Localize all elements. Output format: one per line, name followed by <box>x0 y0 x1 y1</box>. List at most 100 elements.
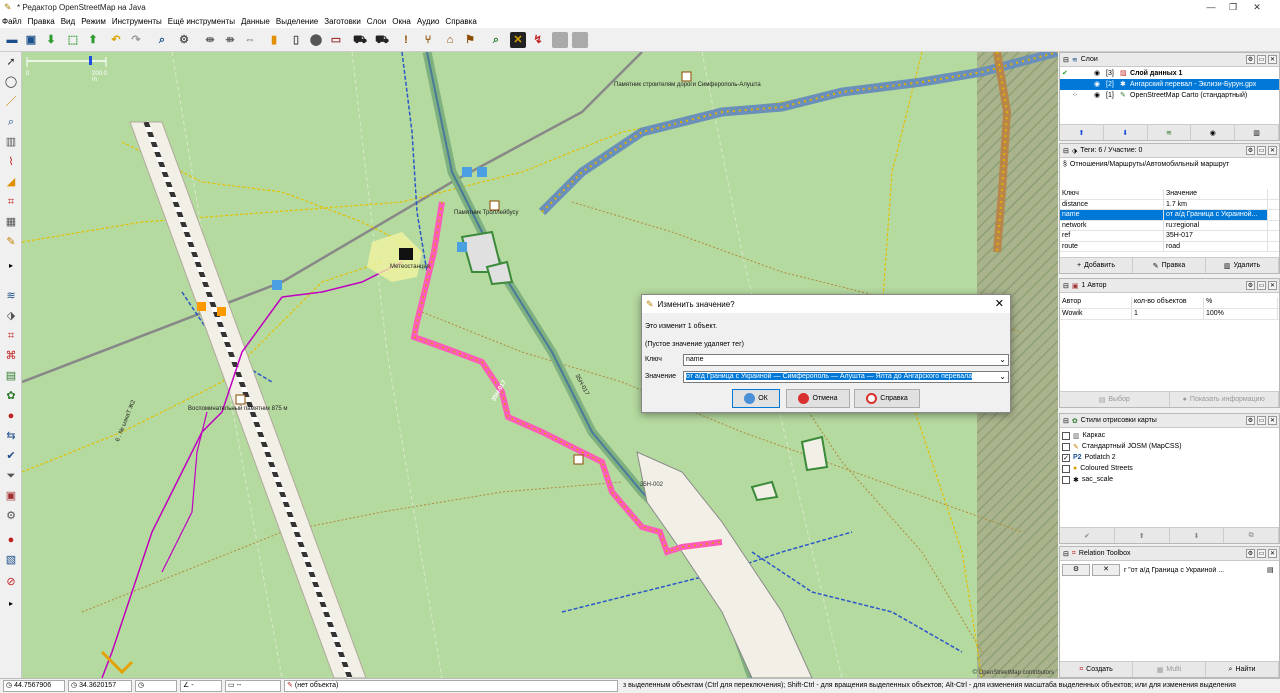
key-combobox[interactable]: name ⌄ <box>683 354 1009 366</box>
validation-toggle-icon[interactable]: ✔ <box>3 448 19 464</box>
clear-relation-icon[interactable]: ✕ <box>1092 564 1120 576</box>
style-up-icon[interactable]: ⬆ <box>1115 528 1170 543</box>
menu-more-tools[interactable]: Ещё инструменты <box>168 17 235 26</box>
menu-layers[interactable]: Слои <box>367 17 386 26</box>
cancel-button[interactable]: Отмена <box>786 389 850 408</box>
col-percent-header[interactable]: % <box>1204 297 1278 308</box>
pencil-icon[interactable]: ✎ <box>3 234 19 250</box>
imagery-toggle-icon[interactable]: ▧ <box>3 552 19 568</box>
upload-icon[interactable]: ⬆ <box>85 32 101 48</box>
show-info-button[interactable]: ● Показать информацию <box>1170 392 1279 407</box>
preset-industrial-icon[interactable]: ⌂ <box>442 32 458 48</box>
panel-detach-icon[interactable]: ▭ <box>1257 146 1266 155</box>
save-icon[interactable]: ▣ <box>23 32 39 48</box>
menu-mode[interactable]: Режим <box>81 17 106 26</box>
notes-toggle-icon[interactable]: ● <box>3 408 19 424</box>
menu-file[interactable]: Файл <box>2 17 22 26</box>
style-row[interactable]: ✓ P2 Potlatch 2 <box>1062 452 1116 463</box>
panel-settings-icon[interactable]: ⚙ <box>1246 281 1255 290</box>
visibility-eye-icon[interactable]: ◉ <box>1094 79 1106 90</box>
preset-traffic-icon[interactable]: ▮ <box>266 32 282 48</box>
style-checkbox[interactable] <box>1062 464 1070 473</box>
preset-farm-icon[interactable]: ⚑ <box>462 32 478 48</box>
move-up-icon[interactable]: ⬆ <box>1060 125 1104 140</box>
style-row[interactable]: ● Coloured Streets <box>1062 463 1133 474</box>
open-file-icon[interactable]: ▬ <box>4 32 20 48</box>
col-value-header[interactable]: Значение <box>1164 189 1268 199</box>
menu-data[interactable]: Данные <box>241 17 270 26</box>
style-down-icon[interactable]: ⬇ <box>1170 528 1225 543</box>
combine-way-icon[interactable]: ⇔ <box>242 32 258 48</box>
style-row[interactable]: ✎ Стандартный JOSM (MapCSS) <box>1062 441 1182 452</box>
panel-settings-icon[interactable]: ⚙ <box>1246 55 1255 64</box>
plugin-toggle-icon[interactable]: ⚙ <box>3 508 19 524</box>
select-mode-icon[interactable]: ➚ <box>3 54 19 70</box>
menu-help[interactable]: Справка <box>445 17 476 26</box>
conflict-toggle-icon[interactable]: ✿ <box>3 388 19 404</box>
menu-audio[interactable]: Аудио <box>417 17 440 26</box>
panel-detach-icon[interactable]: ▭ <box>1257 549 1266 558</box>
chevron-down-icon[interactable]: ⌄ <box>999 372 1006 382</box>
align-line-icon[interactable]: ⇹ <box>202 32 218 48</box>
building-tool-icon[interactable]: ▦ <box>3 214 19 230</box>
preset-building-icon[interactable]: ▭ <box>328 32 344 48</box>
map-toggle-icon[interactable]: ▤ <box>3 368 19 384</box>
authors-toggle-icon[interactable]: ▣ <box>3 488 19 504</box>
filter-toggle-icon[interactable]: ⏷ <box>3 468 19 484</box>
style-row[interactable]: ✱ sac_scale <box>1062 474 1113 485</box>
redo-icon[interactable]: ↷ <box>128 32 144 48</box>
current-relation-label[interactable]: r "от а/д Граница с Украиной ... <box>1124 567 1267 574</box>
changeset-toggle-icon[interactable]: ⇆ <box>3 428 19 444</box>
move-down-icon[interactable]: ⬇ <box>1104 125 1148 140</box>
tag-row[interactable]: route road <box>1060 241 1279 252</box>
panel-close-icon[interactable]: ✕ <box>1268 55 1277 64</box>
style-info-icon[interactable]: ⧉ <box>1224 528 1279 543</box>
activate-style-icon[interactable]: ✔ <box>1060 528 1115 543</box>
tags-toggle-icon[interactable]: ⬗ <box>3 308 19 324</box>
layer-row[interactable]: ✔ ◉ [3] ▨ Слой данных 1 <box>1060 68 1279 79</box>
dialog-close-button[interactable]: ✕ <box>995 297 1004 311</box>
map-attribution[interactable]: © OpenStreetMap contributors <box>973 670 1054 676</box>
show-hide-eye-icon[interactable]: ◉ <box>1191 125 1236 140</box>
parallel-way-icon[interactable]: ◢ <box>3 174 19 190</box>
collapse-icon[interactable]: ⊟ <box>1063 282 1069 290</box>
tag-row[interactable]: ref 35Н-017 <box>1060 231 1279 242</box>
validate-icon[interactable]: ⌕ <box>488 32 504 48</box>
visibility-eye-icon[interactable]: ◉ <box>1094 90 1106 101</box>
style-checkbox[interactable] <box>1062 431 1070 440</box>
preferences-icon[interactable]: ⚙ <box>176 32 192 48</box>
relations-toggle-icon[interactable]: ⌗ <box>3 328 19 344</box>
panel-detach-icon[interactable]: ▭ <box>1257 416 1266 425</box>
find-relation-button[interactable]: ⌕ Найти <box>1206 662 1279 677</box>
menu-windows[interactable]: Окна <box>392 17 411 26</box>
preset-barrier-icon[interactable]: ▯ <box>288 32 304 48</box>
close-window-button[interactable]: ✕ <box>1234 0 1280 14</box>
download-area-icon[interactable]: ⬚ <box>65 32 81 48</box>
zoom-icon[interactable]: ⌕ <box>154 32 170 48</box>
edit-tag-button[interactable]: ✎ Правка <box>1133 258 1206 273</box>
collapse-icon[interactable]: ⊟ <box>1063 417 1069 425</box>
more-tools-arrow-icon[interactable]: ▸ <box>3 258 19 274</box>
select-author-button[interactable]: ▤ Выбор <box>1060 392 1170 407</box>
style-row[interactable]: ▥ Каркас <box>1062 430 1105 441</box>
panel-settings-icon[interactable]: ⚙ <box>1246 146 1255 155</box>
style-checkbox[interactable]: ✓ <box>1062 453 1070 462</box>
preset-name-row[interactable]: § Отношения/Маршруты/Автомобильный маршр… <box>1063 161 1229 168</box>
download-icon[interactable]: ⬇ <box>43 32 59 48</box>
location-toggle-icon[interactable]: ● <box>3 532 19 548</box>
relation-select-icon[interactable]: ▤ <box>1267 566 1277 574</box>
panel-settings-icon[interactable]: ⚙ <box>1246 549 1255 558</box>
create-relation-button[interactable]: ⌗ Создать <box>1060 662 1133 677</box>
menu-tools[interactable]: Инструменты <box>112 17 162 26</box>
preset-pole-icon[interactable]: ⬤ <box>308 32 324 48</box>
tag-row[interactable]: network ru:regional <box>1060 220 1279 231</box>
zoom-mode-icon[interactable]: ⌕ <box>3 114 19 130</box>
menu-edit[interactable]: Правка <box>28 17 55 26</box>
delete-tag-button[interactable]: ▥ Удалить <box>1206 258 1279 273</box>
extrude-icon[interactable]: ⌗ <box>3 194 19 210</box>
draw-mode-icon[interactable]: ／ <box>3 94 19 110</box>
delete-mode-icon[interactable]: ▥ <box>3 134 19 150</box>
more-toggles-arrow-icon[interactable]: ▸ <box>3 596 19 612</box>
help-button[interactable]: Справка <box>854 389 920 408</box>
value-combobox[interactable]: от а/д Граница с Украиной — Симферополь … <box>683 371 1009 383</box>
